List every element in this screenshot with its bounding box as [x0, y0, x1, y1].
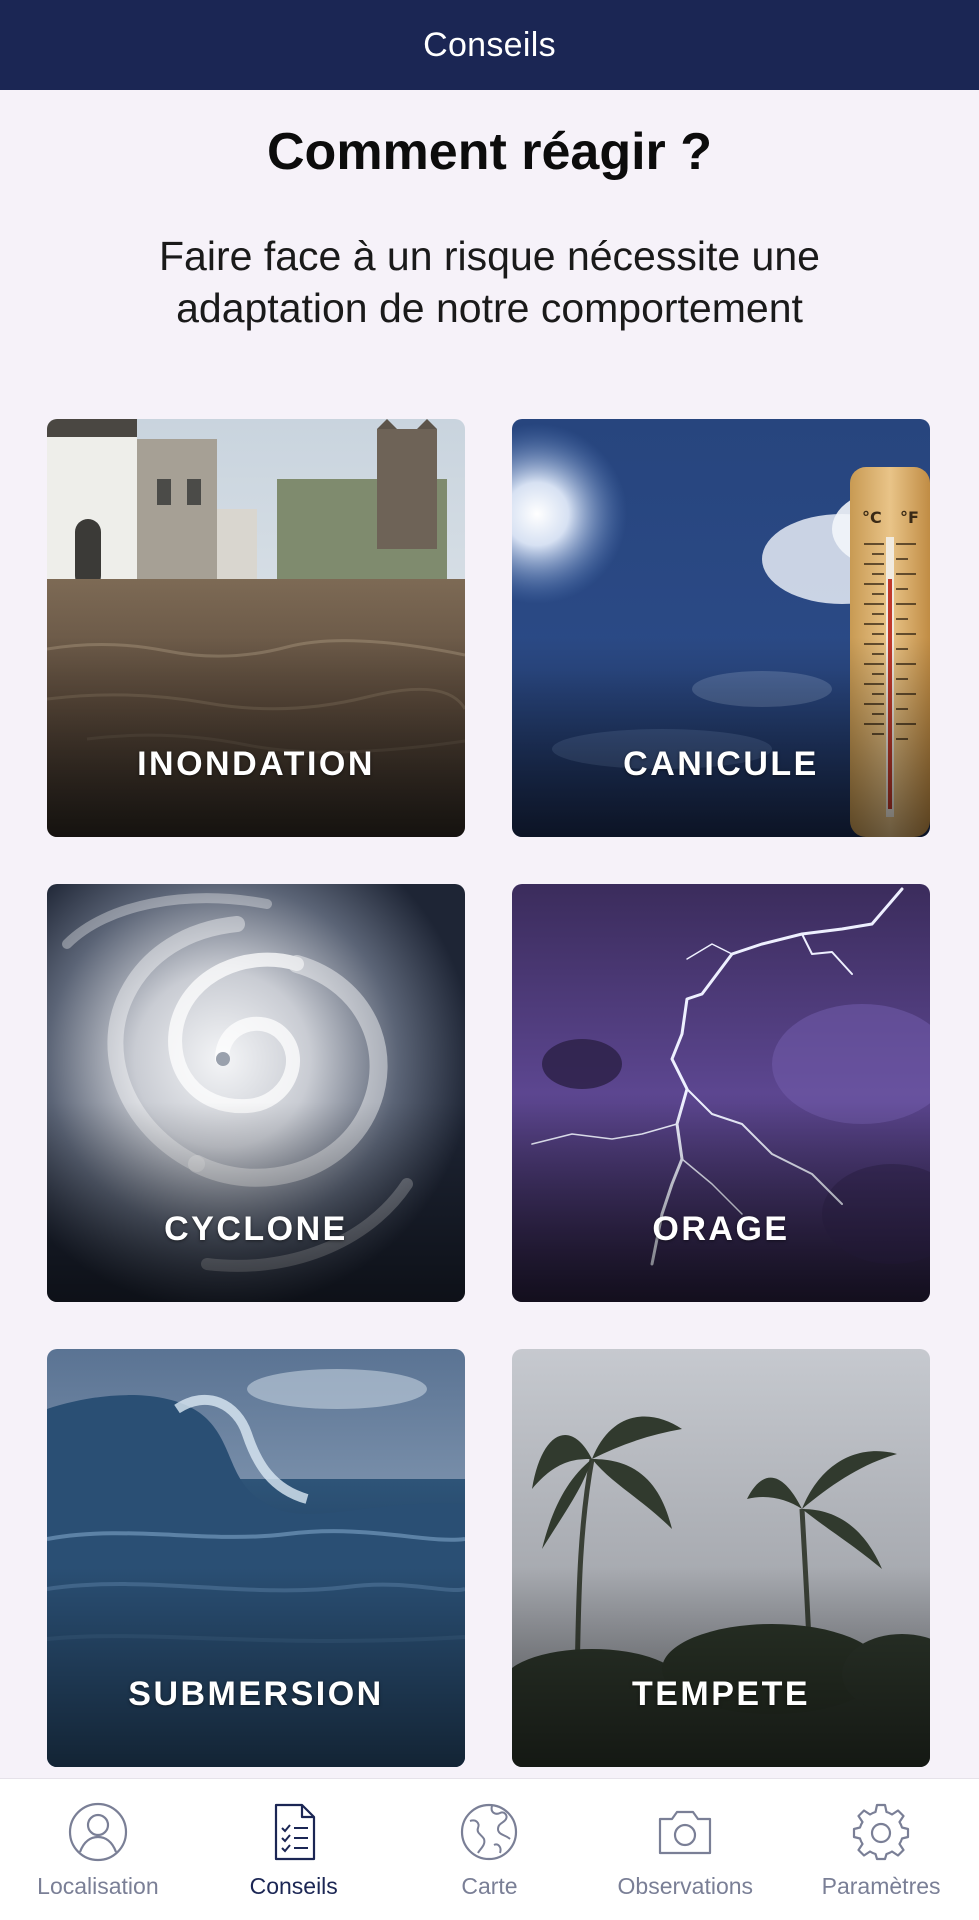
card-submersion[interactable]: SUBMERSION	[47, 1349, 465, 1767]
card-label-cyclone: CYCLONE	[164, 1210, 348, 1248]
card-cyclone[interactable]: CYCLONE	[47, 884, 465, 1302]
tab-label: Localisation	[37, 1873, 159, 1899]
checklist-document-icon	[274, 1803, 315, 1861]
tab-conseils[interactable]: Conseils	[196, 1779, 392, 1920]
tab-observations[interactable]: Observations	[587, 1779, 783, 1920]
card-label-orage: ORAGE	[652, 1210, 790, 1248]
thermo-fahrenheit-mark: °F	[900, 508, 919, 527]
card-label-inondation: INONDATION	[137, 745, 375, 783]
card-shade	[512, 1567, 930, 1767]
risk-card-grid: INONDATION °C °F CANICULE CYCLONE ORAGE …	[47, 419, 930, 1767]
tab-label: Carte	[461, 1873, 518, 1899]
thermo-celsius-mark: °C	[862, 508, 882, 527]
card-label-tempete: TEMPETE	[631, 1675, 811, 1713]
card-shade	[512, 637, 930, 837]
section-heading: Comment réagir ?	[267, 123, 712, 181]
tab-label: Conseils	[249, 1873, 338, 1899]
globe-icon	[461, 1803, 518, 1861]
tab-localisation[interactable]: Localisation	[0, 1779, 196, 1920]
card-label-submersion: SUBMERSION	[128, 1675, 384, 1713]
tab-label: Observations	[617, 1873, 754, 1899]
tab-label: Paramètres	[821, 1873, 941, 1899]
tab-carte[interactable]: Carte	[392, 1779, 588, 1920]
page-title: Conseils	[423, 25, 556, 64]
card-label-canicule: CANICULE	[623, 745, 819, 783]
card-shade	[47, 1102, 465, 1302]
section-subtitle: Faire face à un risque nécessite une ada…	[159, 233, 820, 331]
card-shade	[47, 637, 465, 837]
card-shade	[512, 1102, 930, 1302]
card-shade	[47, 1567, 465, 1767]
user-circle-icon	[68, 1802, 127, 1862]
bottom-tab-bar: Localisation Conseils Carte Observations	[0, 1778, 979, 1920]
card-orage[interactable]: ORAGE	[512, 884, 930, 1302]
card-canicule[interactable]: °C °F CANICULE	[512, 419, 930, 837]
gear-icon	[852, 1803, 910, 1861]
camera-icon	[659, 1810, 712, 1855]
card-inondation[interactable]: INONDATION	[47, 419, 465, 837]
card-tempete[interactable]: TEMPETE	[512, 1349, 930, 1767]
tab-parametres[interactable]: Paramètres	[783, 1779, 979, 1920]
top-bar: Conseils	[0, 0, 979, 90]
